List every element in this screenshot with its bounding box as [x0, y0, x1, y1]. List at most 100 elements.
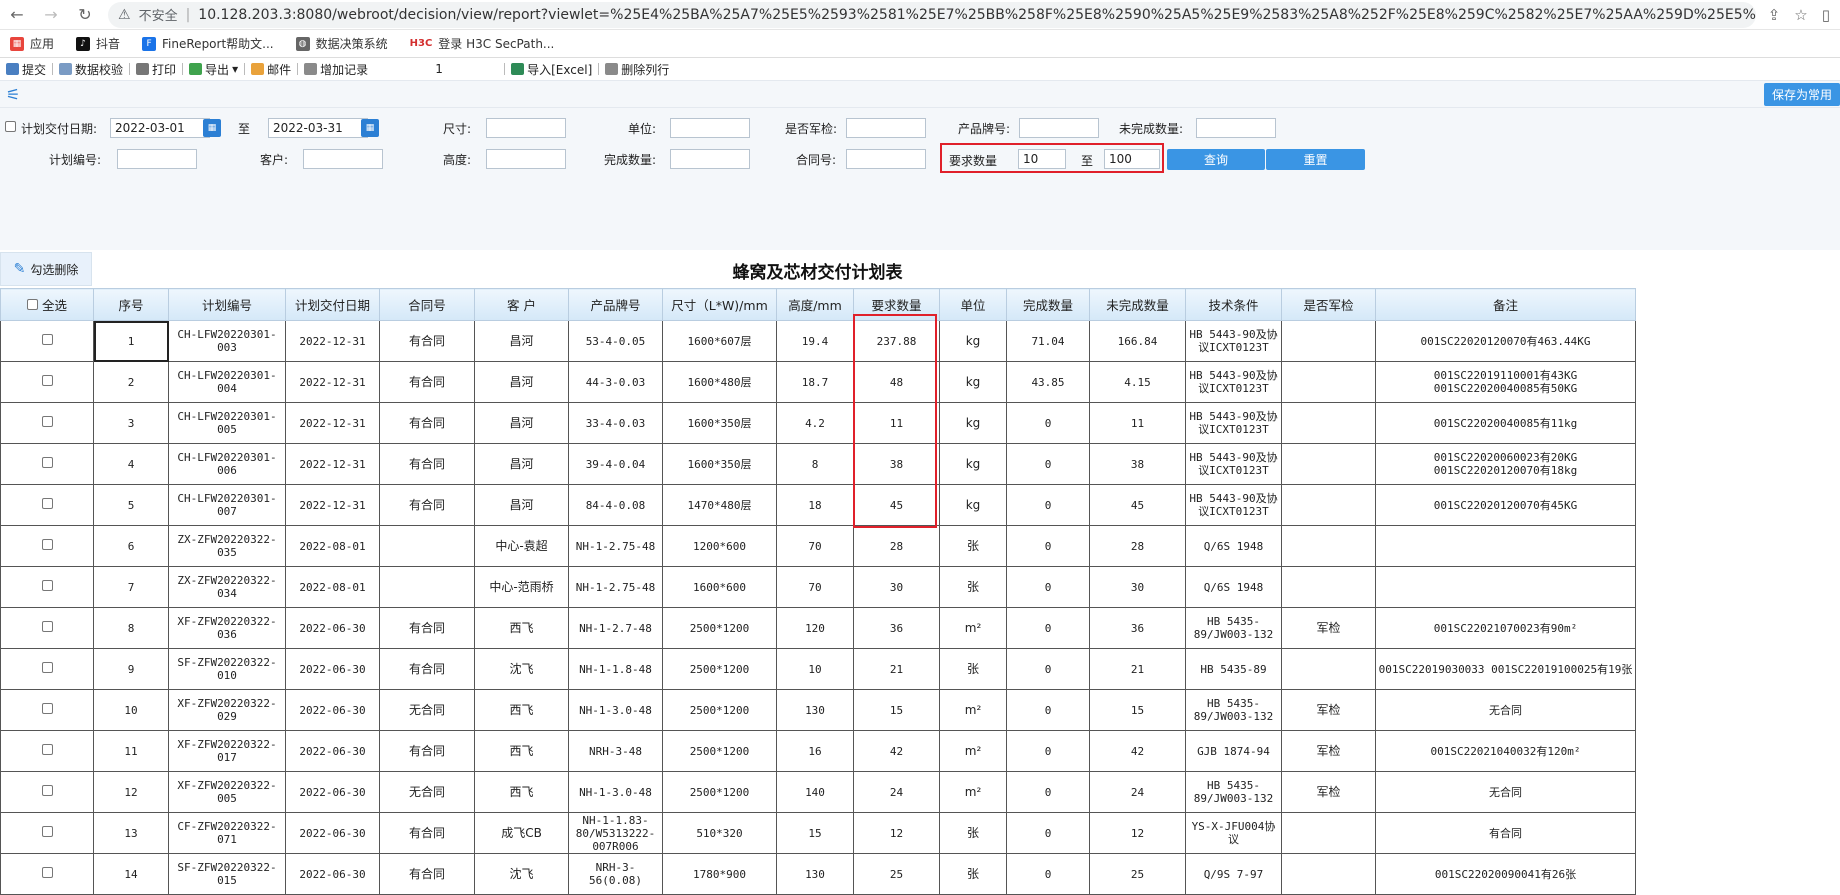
- unfinished-qty-cell[interactable]: 15: [1089, 689, 1186, 731]
- required-qty-cell[interactable]: 48: [853, 361, 940, 403]
- required-qty-to-input[interactable]: [1104, 149, 1160, 169]
- contract-cell[interactable]: 有合同: [379, 361, 475, 403]
- military-check-cell[interactable]: [1281, 320, 1376, 362]
- row-checkbox[interactable]: [41, 826, 53, 837]
- tech-spec-cell[interactable]: Q/9S 7-97: [1185, 853, 1282, 895]
- required-qty-cell[interactable]: 237.88: [853, 320, 940, 362]
- height-cell[interactable]: 18: [776, 484, 854, 526]
- height-cell[interactable]: 120: [776, 607, 854, 649]
- plan-number-cell[interactable]: XF-ZFW20220322-017: [168, 730, 286, 772]
- military-check-cell[interactable]: [1281, 566, 1376, 608]
- brand-cell[interactable]: NH-1-3.0-48: [568, 771, 663, 813]
- required-qty-from-input[interactable]: [1018, 149, 1066, 169]
- mail-button[interactable]: 邮件: [245, 61, 297, 78]
- table-row[interactable]: 14 SF-ZFW20220322-015 2022-06-30 有合同 沈飞 NRH-3…: [0, 853, 1636, 895]
- contract-cell[interactable]: 有合同: [379, 730, 475, 772]
- contract-cell[interactable]: 有合同: [379, 812, 475, 854]
- row-checkbox[interactable]: [41, 416, 53, 427]
- tech-spec-cell[interactable]: GJB 1874-94: [1185, 730, 1282, 772]
- customer-cell[interactable]: 西飞: [474, 689, 569, 731]
- height-input[interactable]: [486, 149, 566, 169]
- row-number[interactable]: 3: [93, 402, 169, 444]
- row-select-cell[interactable]: [0, 443, 94, 485]
- tech-spec-cell[interactable]: HB 5443-90及协议ICXT0123T: [1185, 443, 1282, 485]
- plan-date-from-input[interactable]: [110, 118, 210, 138]
- required-qty-cell[interactable]: 42: [853, 730, 940, 772]
- delivery-date-cell[interactable]: 2022-06-30: [285, 607, 380, 649]
- brand-cell[interactable]: NH-1-2.7-48: [568, 607, 663, 649]
- delivery-date-cell[interactable]: 2022-06-30: [285, 812, 380, 854]
- brand-cell[interactable]: 44-3-0.03: [568, 361, 663, 403]
- note-cell[interactable]: [1375, 525, 1636, 567]
- height-cell[interactable]: 18.7: [776, 361, 854, 403]
- tech-spec-cell[interactable]: HB 5443-90及协议ICXT0123T: [1185, 484, 1282, 526]
- brand-cell[interactable]: NRH-3-56(0.08): [568, 853, 663, 895]
- plan-number-cell[interactable]: CH-LFW20220301-005: [168, 402, 286, 444]
- brand-cell[interactable]: 53-4-0.05: [568, 320, 663, 362]
- row-checkbox[interactable]: [41, 457, 53, 468]
- row-number[interactable]: 1: [93, 320, 169, 362]
- contract-cell[interactable]: 有合同: [379, 853, 475, 895]
- contract-cell[interactable]: [379, 525, 475, 567]
- reload-icon[interactable]: ↻: [74, 4, 96, 26]
- delivery-date-cell[interactable]: 2022-06-30: [285, 689, 380, 731]
- military-input[interactable]: [846, 118, 926, 138]
- url-bar[interactable]: ⚠ 不安全 | 10.128.203.3:8080/webroot/decisi…: [108, 1, 1756, 28]
- delivery-date-cell[interactable]: 2022-06-30: [285, 771, 380, 813]
- row-checkbox[interactable]: [41, 334, 53, 345]
- contract-cell[interactable]: 有合同: [379, 607, 475, 649]
- finished-qty-cell[interactable]: 0: [1006, 812, 1090, 854]
- reset-button[interactable]: 重置: [1266, 149, 1365, 170]
- customer-input[interactable]: [303, 149, 383, 169]
- row-number[interactable]: 10: [93, 689, 169, 731]
- table-row[interactable]: 12 XF-ZFW20220322-005 2022-06-30 无合同 西飞 NH-1-…: [0, 771, 1636, 813]
- select-all-checkbox[interactable]: [27, 299, 38, 310]
- finished-qty-cell[interactable]: 0: [1006, 566, 1090, 608]
- required-qty-cell[interactable]: 11: [853, 402, 940, 444]
- plan-number-cell[interactable]: XF-ZFW20220322-005: [168, 771, 286, 813]
- note-cell[interactable]: 无合同: [1375, 689, 1636, 731]
- plan-number-cell[interactable]: CF-ZFW20220322-071: [168, 812, 286, 854]
- height-cell[interactable]: 8: [776, 443, 854, 485]
- unfinished-qty-cell[interactable]: 30: [1089, 566, 1186, 608]
- row-select-cell[interactable]: [0, 689, 94, 731]
- unfinished-qty-cell[interactable]: 28: [1089, 525, 1186, 567]
- row-number[interactable]: 14: [93, 853, 169, 895]
- unit-cell[interactable]: 张: [939, 648, 1007, 690]
- table-row[interactable]: 4 CH-LFW20220301-006 2022-12-31 有合同 昌河 39-4-0…: [0, 443, 1636, 485]
- customer-cell[interactable]: 昌河: [474, 443, 569, 485]
- calendar-icon[interactable]: ▦: [361, 119, 379, 137]
- row-checkbox[interactable]: [41, 744, 53, 755]
- row-select-cell[interactable]: [0, 484, 94, 526]
- plan-number-cell[interactable]: CH-LFW20220301-006: [168, 443, 286, 485]
- tech-spec-cell[interactable]: YS-X-JFU004协议: [1185, 812, 1282, 854]
- height-cell[interactable]: 130: [776, 689, 854, 731]
- height-cell[interactable]: 16: [776, 730, 854, 772]
- submit-button[interactable]: 提交: [0, 61, 52, 78]
- finished-qty-cell[interactable]: 0: [1006, 443, 1090, 485]
- height-cell[interactable]: 19.4: [776, 320, 854, 362]
- note-cell[interactable]: 001SC22020040085有11kg: [1375, 402, 1636, 444]
- note-cell[interactable]: 001SC22020120070有463.44KG: [1375, 320, 1636, 362]
- row-select-cell[interactable]: [0, 853, 94, 895]
- delivery-date-cell[interactable]: 2022-12-31: [285, 361, 380, 403]
- row-number[interactable]: 8: [93, 607, 169, 649]
- military-check-cell[interactable]: 军检: [1281, 730, 1376, 772]
- table-row[interactable]: 10 XF-ZFW20220322-029 2022-06-30 无合同 西飞 NH-1-…: [0, 689, 1636, 731]
- finished-qty-cell[interactable]: 0: [1006, 853, 1090, 895]
- height-cell[interactable]: 15: [776, 812, 854, 854]
- query-button[interactable]: 查询: [1167, 149, 1265, 170]
- required-qty-cell[interactable]: 28: [853, 525, 940, 567]
- row-checkbox[interactable]: [41, 539, 53, 550]
- military-check-cell[interactable]: [1281, 648, 1376, 690]
- row-number[interactable]: 7: [93, 566, 169, 608]
- contract-cell[interactable]: 无合同: [379, 689, 475, 731]
- unfinished-qty-cell[interactable]: 36: [1089, 607, 1186, 649]
- military-check-cell[interactable]: [1281, 484, 1376, 526]
- required-qty-cell[interactable]: 24: [853, 771, 940, 813]
- note-cell[interactable]: [1375, 566, 1636, 608]
- size-cell[interactable]: 2500*1200: [662, 730, 777, 772]
- row-select-cell[interactable]: [0, 525, 94, 567]
- height-cell[interactable]: 4.2: [776, 402, 854, 444]
- save-common-button[interactable]: 保存为常用: [1763, 82, 1840, 106]
